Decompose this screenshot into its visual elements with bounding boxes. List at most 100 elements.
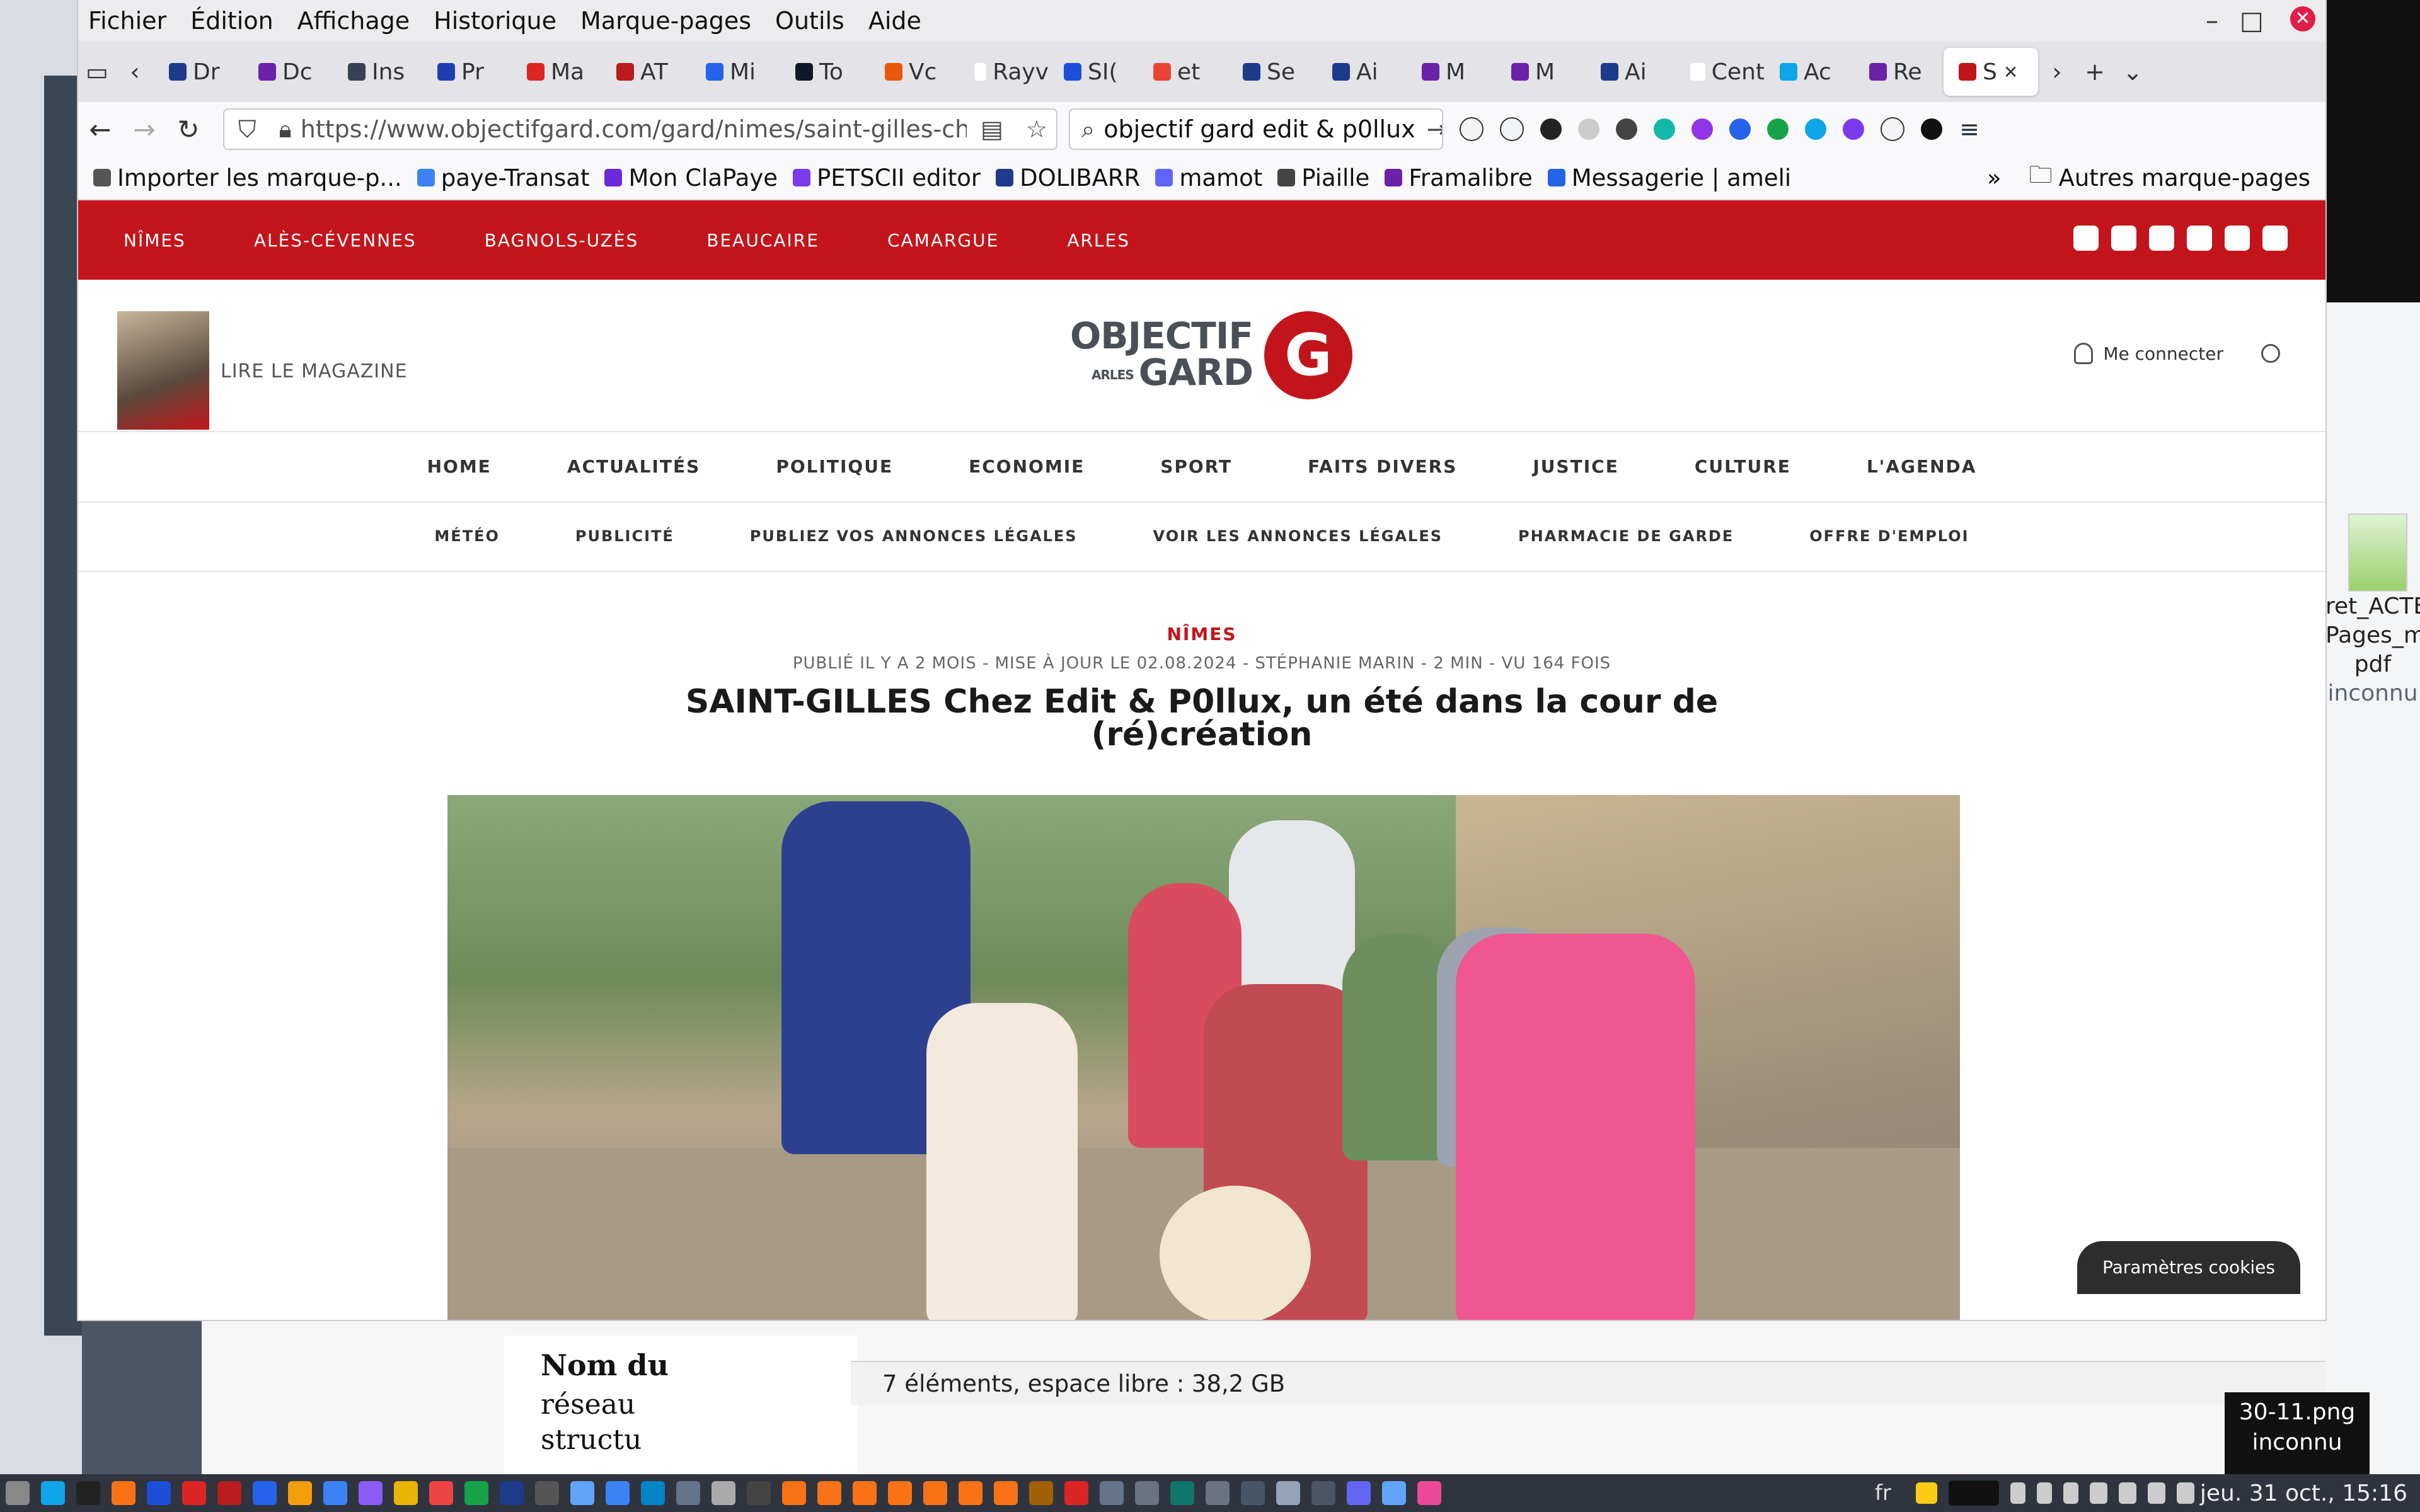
taskbar-app-icon[interactable] — [500, 1481, 524, 1505]
reader-view-icon[interactable]: ▤ — [981, 115, 1003, 143]
taskbar-app-icon[interactable] — [394, 1481, 418, 1505]
browser-tab[interactable]: et — [1138, 48, 1228, 96]
extension-badge-icon[interactable] — [1843, 118, 1864, 140]
tab-scroll-right-icon[interactable]: › — [2038, 58, 2076, 86]
browser-tab[interactable]: AT — [601, 48, 691, 96]
taskbar-app-icon[interactable] — [1206, 1481, 1230, 1505]
network-icon[interactable] — [2118, 1482, 2136, 1504]
bluetooth-icon[interactable] — [2010, 1482, 2025, 1504]
taskbar-app-icon[interactable] — [994, 1481, 1018, 1505]
back-icon[interactable]: ← — [78, 114, 122, 145]
browser-tab[interactable]: Ai — [1317, 48, 1407, 96]
hamburger-menu-icon[interactable]: ≡ — [1959, 117, 1980, 141]
browser-tab[interactable]: Vc — [870, 48, 959, 96]
search-text[interactable]: objectif gard edit & p0llux — [1103, 115, 1415, 143]
main-nav-link[interactable]: SPORT — [1160, 456, 1232, 477]
taskbar-app-icon[interactable] — [1382, 1481, 1406, 1505]
sub-nav-link[interactable]: MÉTÉO — [434, 527, 499, 545]
sub-nav-link[interactable]: PUBLICITÉ — [575, 527, 674, 545]
taskbar-app-icon[interactable] — [1100, 1481, 1124, 1505]
tab-list-icon[interactable]: ▭ — [78, 58, 116, 86]
taskbar-app-icon[interactable] — [1276, 1481, 1300, 1505]
browser-tab[interactable]: Cent — [1675, 48, 1765, 96]
bookmark-item[interactable]: DOLIBARR — [996, 164, 1140, 192]
sub-nav-link[interactable]: PHARMACIE DE GARDE — [1518, 527, 1734, 545]
other-bookmarks[interactable]: 🗀︎ Autres marque-pages — [2029, 158, 2310, 198]
bookmark-item[interactable]: Framalibre — [1385, 164, 1533, 192]
taskbar-app-icon[interactable] — [923, 1481, 947, 1505]
file-thumbnail[interactable] — [2348, 513, 2407, 592]
browser-tab[interactable]: SI( — [1049, 48, 1138, 96]
system-monitor-icon[interactable] — [1948, 1480, 1999, 1506]
main-nav-link[interactable]: FAITS DIVERS — [1308, 456, 1457, 477]
facebook-icon[interactable] — [2111, 226, 2136, 251]
bookmark-item[interactable]: Importer les marque-p... — [93, 164, 402, 192]
browser-tab[interactable]: Ma — [512, 48, 601, 96]
menu-tools[interactable]: Outils — [775, 7, 844, 35]
menu-bookmarks[interactable]: Marque-pages — [580, 7, 751, 35]
taskbar-app-icon[interactable] — [1135, 1481, 1159, 1505]
maximize-icon[interactable]: □ — [2240, 6, 2264, 35]
main-nav-link[interactable]: JUSTICE — [1533, 456, 1619, 477]
keyboard-layout[interactable]: fr — [1875, 1480, 1891, 1506]
taskbar-app-icon[interactable] — [1064, 1481, 1088, 1505]
city-link[interactable]: ALÈS-CÉVENNES — [254, 230, 417, 251]
login-link[interactable]: Me connecter — [2103, 343, 2223, 364]
taskbar-app-icon[interactable] — [888, 1481, 912, 1505]
rss-icon[interactable] — [2262, 226, 2288, 251]
article-category[interactable]: NÎMES — [78, 624, 2325, 644]
battery-icon[interactable] — [2063, 1482, 2078, 1504]
browser-tab[interactable]: To — [780, 48, 870, 96]
read-magazine-link[interactable]: LIRE LE MAGAZINE — [221, 360, 408, 382]
taskbar-app-icon[interactable] — [217, 1481, 241, 1505]
main-nav-link[interactable]: POLITIQUE — [776, 456, 893, 477]
extension-purple-icon[interactable] — [1691, 118, 1713, 140]
chevron-down-icon[interactable]: ⌄ — [2114, 58, 2152, 86]
taskbar-app-icon[interactable] — [253, 1481, 277, 1505]
taskbar-app-icon[interactable] — [147, 1481, 171, 1505]
city-link[interactable]: NÎMES — [124, 230, 186, 251]
browser-tab[interactable]: Dr — [154, 48, 243, 96]
city-link[interactable]: BAGNOLS-UZÈS — [485, 230, 639, 251]
clipboard-icon[interactable] — [2036, 1482, 2052, 1504]
city-link[interactable]: BEAUCAIRE — [706, 230, 819, 251]
new-tab-icon[interactable]: + — [2076, 58, 2114, 86]
user-icon[interactable] — [2074, 343, 2094, 364]
taskbar-app-icon[interactable] — [323, 1481, 347, 1505]
twitter-icon[interactable] — [2149, 226, 2174, 251]
sub-nav-link[interactable]: VOIR LES ANNONCES LÉGALES — [1153, 527, 1443, 545]
browser-tab[interactable]: Pr — [422, 48, 512, 96]
extension-blue-icon[interactable] — [1805, 118, 1826, 140]
pocket-icon[interactable] — [1460, 117, 1484, 141]
linkedin-icon[interactable] — [2225, 226, 2250, 251]
browser-tab[interactable]: Ai — [1586, 48, 1675, 96]
browser-tab[interactable]: Rayv — [959, 48, 1049, 96]
download-icon[interactable] — [1500, 117, 1524, 141]
taskbar-app-icon[interactable] — [112, 1481, 135, 1505]
taskbar-app-icon[interactable] — [747, 1481, 771, 1505]
search-icon[interactable] — [2261, 344, 2280, 363]
youtube-icon[interactable] — [2187, 226, 2212, 251]
close-window-icon[interactable]: ✕ — [2290, 6, 2315, 32]
taskbar-app-icon[interactable] — [41, 1481, 65, 1505]
clock[interactable]: jeu. 31 oct., 15:16 — [2200, 1480, 2407, 1506]
menu-view[interactable]: Affichage — [297, 7, 410, 35]
bookmark-item[interactable]: mamot — [1155, 164, 1262, 192]
browser-tab[interactable]: Se — [1228, 48, 1317, 96]
taskbar-app-icon[interactable] — [1347, 1481, 1371, 1505]
bottom-file-label[interactable]: 30-11.png inconnu — [2225, 1397, 2370, 1458]
folder-tray-icon[interactable] — [1915, 1482, 1937, 1504]
star-icon[interactable]: ☆ — [1026, 115, 1047, 143]
wifi-icon[interactable] — [2147, 1482, 2165, 1504]
taskbar-app-icon[interactable] — [606, 1481, 630, 1505]
main-nav-link[interactable]: CULTURE — [1695, 456, 1791, 477]
save-icon[interactable] — [1654, 118, 1675, 140]
browser-tab[interactable]: Ins — [333, 48, 422, 96]
menu-file[interactable]: Fichier — [88, 7, 166, 35]
taskbar-app-icon[interactable] — [1417, 1481, 1441, 1505]
taskbar-app-icon[interactable] — [1029, 1481, 1053, 1505]
volume-icon[interactable] — [2176, 1482, 2194, 1504]
tab-scroll-left-icon[interactable]: ‹ — [116, 58, 154, 86]
bookmark-item[interactable]: Piaille — [1277, 164, 1369, 192]
browser-tab[interactable]: S ✕ — [1944, 48, 2038, 96]
